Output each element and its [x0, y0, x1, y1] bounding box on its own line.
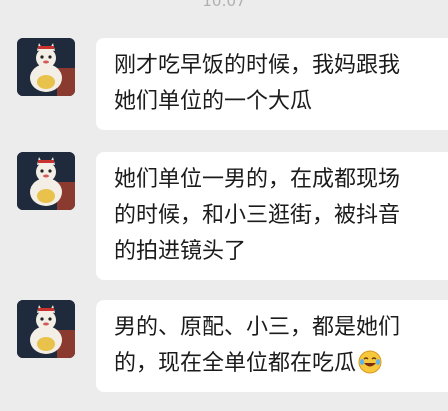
message-bubble[interactable]: 她们单位一男的，在成都现场 的时候，和小三逛街，被抖音 的拍进镜头了 — [96, 152, 448, 280]
status-time: 10:07 — [202, 0, 246, 10]
fat-cartoon-cat-avatar-icon — [17, 38, 75, 96]
message-text: 的时候，和小三逛街，被抖音 — [114, 203, 401, 228]
message-text: 的，现在全单位都在吃瓜 — [114, 351, 357, 376]
message-line: 的，现在全单位都在吃瓜 — [114, 346, 448, 382]
message-text: 刚才吃早饭的时候，我妈跟我 — [114, 53, 401, 78]
sender-avatar[interactable] — [17, 300, 75, 358]
sender-avatar[interactable] — [17, 152, 75, 210]
message-text: 她们单位一男的，在成都现场 — [114, 167, 401, 192]
fat-cartoon-cat-avatar-icon — [17, 300, 75, 358]
message-text: 她们单位的一个大瓜 — [114, 89, 313, 114]
fat-cartoon-cat-avatar-icon — [17, 152, 75, 210]
message-text: 男的、原配、小三，都是她们 — [114, 315, 401, 340]
message-bubble[interactable]: 男的、原配、小三，都是她们 的，现在全单位都在吃瓜 — [96, 300, 448, 392]
message-text: 的拍进镜头了 — [114, 239, 247, 264]
message-bubble[interactable]: 刚才吃早饭的时候，我妈跟我 她们单位的一个大瓜 — [96, 38, 448, 130]
sender-avatar[interactable] — [17, 38, 75, 96]
laugh-cry-emoji-icon — [358, 350, 382, 374]
